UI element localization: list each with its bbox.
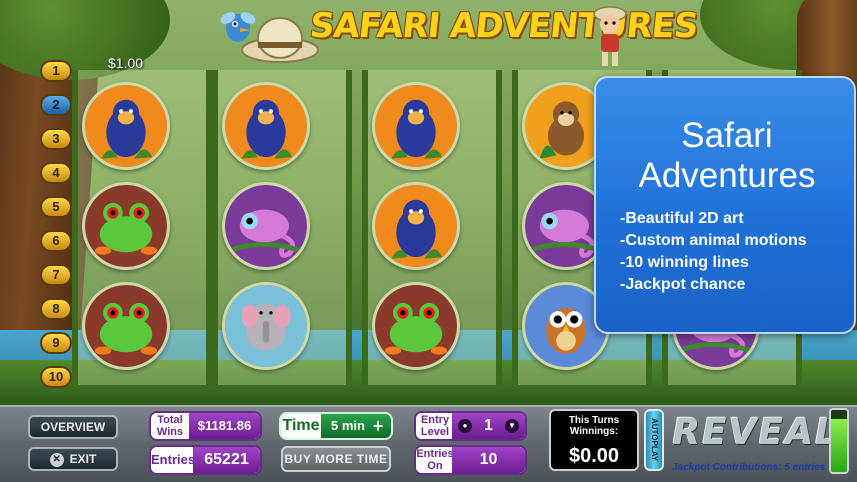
entries-on-spin-label-line-2: On Spin	[423, 460, 447, 473]
gorilla-symbol	[222, 82, 310, 170]
total-wins-label: Total Wins	[151, 413, 189, 439]
close-circle-icon: ✕	[49, 452, 64, 467]
info-panel: Safari Adventures -Beautiful 2D art -Cus…	[594, 76, 856, 334]
feature-item: -Custom animal motions	[620, 232, 807, 249]
explorer-kid-icon	[593, 6, 627, 66]
jackpot-meter-fill	[831, 419, 847, 472]
gorilla-symbol	[372, 182, 460, 270]
entries-on-spin-label-line-1: Entries	[416, 448, 454, 460]
autoplay-button[interactable]: AUTOPLAY	[644, 409, 664, 471]
total-wins-display: Total Wins $1181.86	[149, 411, 262, 441]
bet-amount: $1.00	[108, 55, 144, 71]
entry-level-control: ● 1 ▼	[452, 413, 525, 439]
elephant-symbol	[222, 282, 310, 370]
feature-item: -10 winning lines	[620, 254, 749, 271]
chameleon-symbol	[222, 182, 310, 270]
gorilla-symbol	[82, 82, 170, 170]
increase-level-icon[interactable]: ▼	[505, 419, 519, 433]
frog-symbol	[82, 282, 170, 370]
entry-level-label-line-2: Level	[420, 426, 450, 438]
info-title-line-2: Adventures	[638, 156, 816, 195]
total-wins-value: $1181.86	[189, 413, 260, 439]
exit-label: EXIT	[69, 452, 97, 466]
gorilla-symbol	[372, 82, 460, 170]
total-wins-label-line-1: Total	[157, 414, 183, 426]
exit-button[interactable]: ✕ EXIT	[28, 447, 118, 471]
add-time-icon[interactable]: +	[369, 417, 387, 435]
frog-symbol	[372, 282, 460, 370]
payline-9[interactable]: 9	[40, 332, 72, 354]
payline-6[interactable]: 6	[40, 230, 72, 252]
overview-button[interactable]: OVERVIEW	[28, 415, 118, 439]
entries-display: Entries 65221	[149, 445, 262, 475]
entries-on-spin-value: 10	[452, 447, 525, 473]
decrease-level-icon[interactable]: ●	[458, 419, 472, 433]
reveal-button[interactable]: REVEAL	[668, 412, 843, 453]
turn-winnings-value: $0.00	[568, 445, 620, 467]
total-wins-label-line-2: Wins	[156, 426, 184, 438]
jackpot-contributions: Jackpot Contributions: 5 entries	[672, 462, 826, 473]
frog-symbol	[82, 182, 170, 270]
payline-8[interactable]: 8	[40, 298, 72, 320]
entries-on-spin-label: Entries On Spin	[416, 447, 454, 473]
payline-10[interactable]: 10	[40, 366, 72, 388]
jackpot-meter	[829, 408, 849, 474]
canopy-left	[0, 0, 170, 80]
entry-level-label-line-1: Entry	[420, 414, 450, 426]
payline-7[interactable]: 7	[40, 264, 72, 286]
info-title-line-1: Safari	[681, 116, 773, 155]
buy-more-time-button[interactable]: BUY MORE TIME	[281, 446, 391, 472]
payline-3[interactable]: 3	[40, 128, 72, 150]
payline-2[interactable]: 2	[40, 94, 72, 116]
entries-value: 65221	[193, 447, 260, 473]
turn-winnings-label: This Turns Winnings:	[568, 415, 620, 437]
feature-list: -Beautiful 2D art -Custom animal motions…	[620, 208, 807, 296]
turn-winnings-display: This Turns Winnings: $0.00	[549, 409, 639, 471]
entries-on-spin-display: Entries On Spin 10	[414, 445, 527, 475]
payline-5[interactable]: 5	[40, 196, 72, 218]
game-title: SAFARI ADVENTURES	[307, 6, 700, 46]
time-value: 5 min	[331, 418, 365, 433]
payline-1[interactable]: 1	[40, 60, 72, 82]
entry-level-selector: Entry Level ● 1 ▼	[414, 411, 527, 441]
entry-level-label: Entry Level	[416, 413, 454, 439]
feature-item: -Jackpot chance	[620, 276, 746, 293]
entries-label: Entries	[151, 447, 195, 473]
info-panel-title: Safari Adventures	[596, 116, 857, 196]
time-display: Time 5 min +	[279, 412, 393, 440]
time-label: Time	[281, 414, 321, 438]
payline-4[interactable]: 4	[40, 162, 72, 184]
feature-item: -Beautiful 2D art	[620, 210, 744, 227]
entry-level-value: 1	[484, 417, 493, 434]
